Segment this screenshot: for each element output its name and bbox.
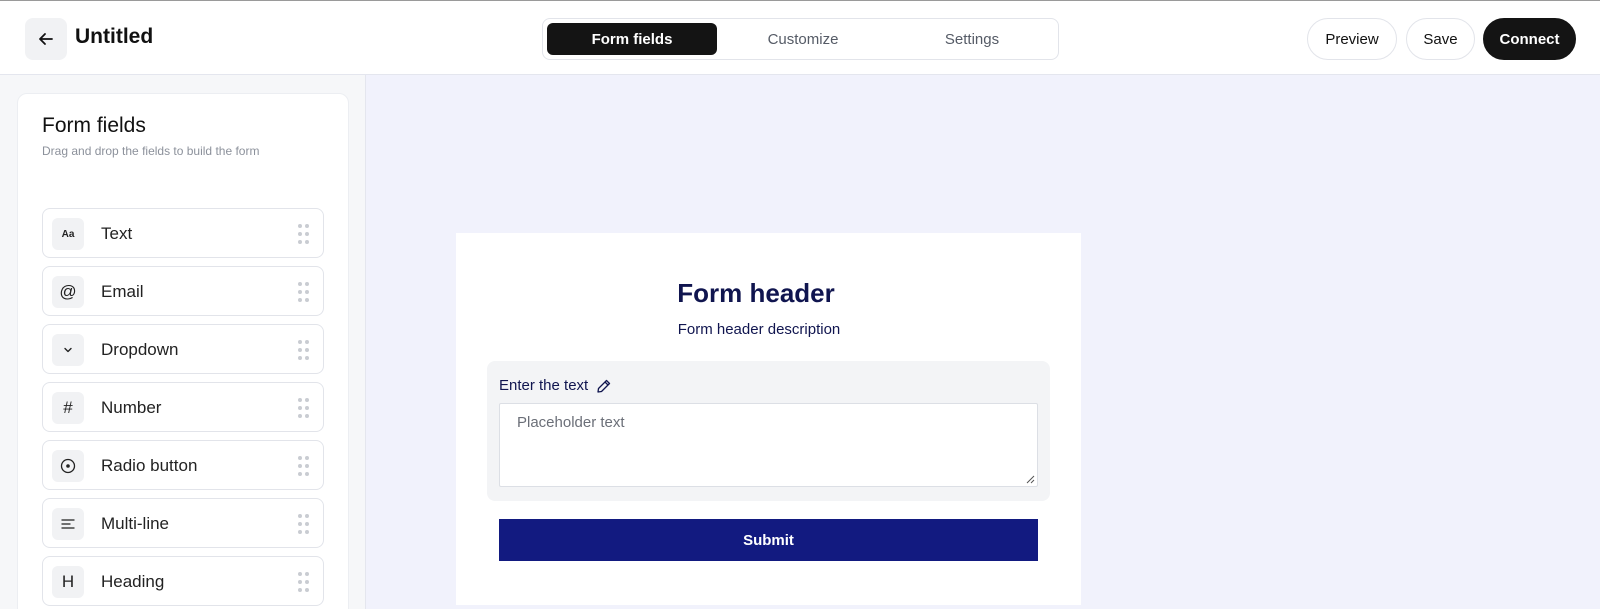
drag-handle-icon[interactable] (298, 572, 309, 592)
field-item-label: Dropdown (101, 340, 179, 359)
drag-handle-icon[interactable] (298, 282, 309, 302)
form-header[interactable]: Form header (456, 278, 1056, 309)
drag-handle-icon[interactable] (298, 224, 309, 244)
form-title[interactable]: Untitled (75, 25, 153, 49)
align-left-icon (52, 508, 84, 540)
heading-icon: H (52, 566, 84, 598)
drag-handle-icon[interactable] (298, 398, 309, 418)
tab-bar: Form fields Customize Settings (542, 18, 1059, 60)
tab-settings[interactable]: Settings (887, 23, 1057, 55)
hash-icon: # (52, 392, 84, 424)
panel-subtitle: Drag and drop the fields to build the fo… (42, 144, 260, 158)
pencil-icon[interactable] (596, 378, 612, 394)
connect-button[interactable]: Connect (1483, 18, 1576, 60)
tab-customize[interactable]: Customize (718, 23, 888, 55)
field-item-radio-button[interactable]: Radio button (42, 440, 324, 490)
sidebar: Form fields Drag and drop the fields to … (0, 75, 366, 609)
field-item-multi-line[interactable]: Multi-line (42, 498, 324, 548)
form-header-description[interactable]: Form header description (456, 321, 1062, 338)
save-button[interactable]: Save (1406, 18, 1475, 60)
drag-handle-icon[interactable] (298, 340, 309, 360)
preview-button[interactable]: Preview (1307, 18, 1397, 60)
field-label-row: Enter the text (499, 377, 612, 394)
form-canvas: Form header Form header description Ente… (366, 75, 1600, 609)
field-item-label: Text (101, 224, 133, 243)
form-fields-panel: Form fields Drag and drop the fields to … (17, 93, 349, 609)
form-field-block[interactable]: Enter the text Placeholder text (487, 361, 1050, 501)
field-item-dropdown[interactable]: Dropdown (42, 324, 324, 374)
field-item-text[interactable]: Aa Text (42, 208, 324, 258)
panel-title: Form fields (42, 114, 146, 137)
field-item-label: Multi-line (101, 514, 170, 533)
field-item-email[interactable]: @ Email (42, 266, 324, 316)
hash-glyph: # (63, 398, 73, 417)
text-input-preview[interactable]: Placeholder text (499, 403, 1038, 487)
form-preview-card[interactable]: Form header Form header description Ente… (456, 233, 1081, 605)
at-sign-icon: @ (52, 276, 84, 308)
arrow-left-icon (39, 33, 53, 45)
text-aa-glyph: Aa (61, 228, 75, 240)
radio-icon (52, 450, 84, 482)
submit-button[interactable]: Submit (499, 519, 1038, 561)
at-sign-glyph: @ (59, 282, 77, 301)
field-item-label: Number (101, 398, 162, 417)
field-item-heading[interactable]: H Heading (42, 556, 324, 606)
field-item-number[interactable]: # Number (42, 382, 324, 432)
text-aa-icon: Aa (52, 218, 84, 250)
top-bar: Untitled Form fields Customize Settings … (0, 0, 1600, 75)
chevron-down-icon (52, 334, 84, 366)
tab-form-fields[interactable]: Form fields (547, 23, 717, 55)
back-button[interactable] (25, 18, 67, 60)
drag-handle-icon[interactable] (298, 456, 309, 476)
drag-handle-icon[interactable] (298, 514, 309, 534)
field-item-label: Heading (101, 572, 165, 591)
resize-grip-icon[interactable] (1026, 475, 1035, 484)
field-label: Enter the text (499, 377, 589, 394)
field-item-label: Email (101, 282, 144, 301)
placeholder-text: Placeholder text (517, 414, 625, 431)
heading-glyph: H (61, 572, 75, 591)
field-item-label: Radio button (101, 456, 198, 475)
